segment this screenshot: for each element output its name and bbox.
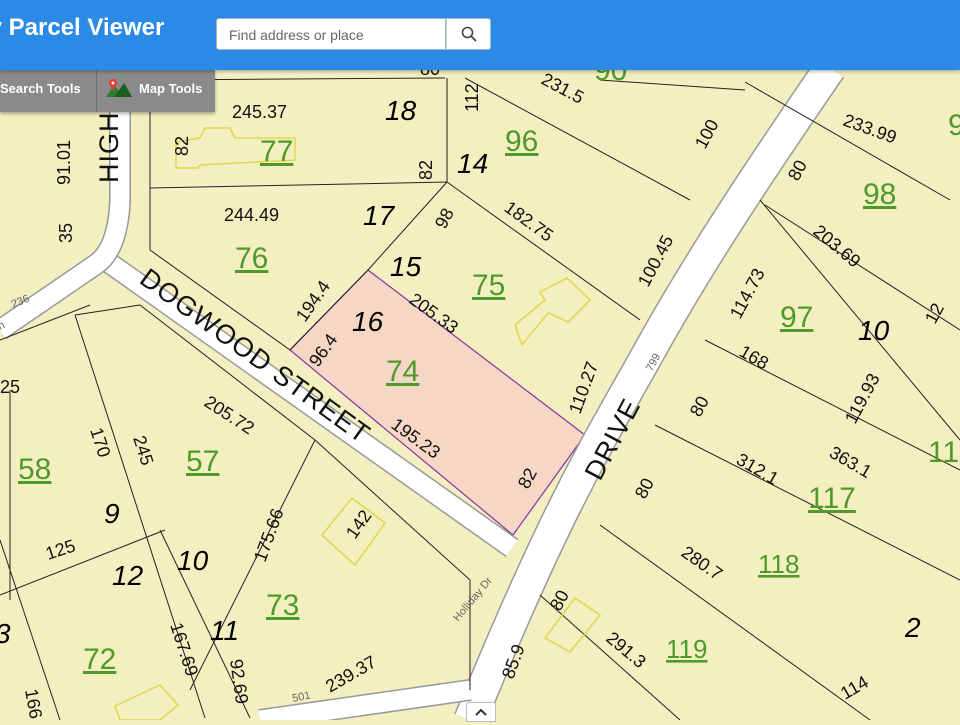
search-box[interactable] (216, 18, 446, 50)
parcel-id-57[interactable]: 57 (186, 445, 219, 478)
lot-number-2: 2 (904, 612, 921, 643)
map-tools-label: Map Tools (139, 80, 203, 96)
dimension-label: 82 (172, 136, 192, 156)
dimension-label: 35 (56, 223, 76, 243)
lot-number-10a: 10 (858, 315, 890, 346)
dimension-label: 82 (416, 160, 436, 180)
parcel-id-9x[interactable]: 9 (948, 109, 960, 142)
parcel-id-96[interactable]: 96 (505, 125, 538, 158)
lot-number-12: 12 (112, 560, 144, 591)
dimension-label: 245.37 (232, 102, 287, 122)
lot-number-11: 11 (210, 615, 239, 646)
street-label-high: HIGH (94, 112, 124, 184)
lot-number-10b: 10 (177, 545, 209, 576)
parcel-id-11x[interactable]: 11 (928, 436, 959, 469)
dimension-label: 112 (462, 83, 482, 112)
dimension-label: 244.49 (224, 205, 279, 225)
search-tools-button[interactable]: Search Tools (0, 64, 94, 112)
dimension-label: 25 (0, 377, 20, 397)
map-tools-button[interactable]: Map Tools (96, 64, 216, 112)
parcel-id-75[interactable]: 75 (472, 269, 505, 302)
lot-number-18: 18 (385, 95, 417, 126)
search-tools-label: Search Tools (0, 80, 81, 96)
parcel-id-58[interactable]: 58 (18, 453, 51, 486)
parcel-id-77[interactable]: 77 (260, 135, 293, 168)
parcel-id-117[interactable]: 117 (808, 482, 856, 515)
lot-number-14: 14 (457, 148, 488, 179)
lot-number-17: 17 (363, 200, 396, 231)
parcel-id-119[interactable]: 119 (666, 634, 707, 664)
parcel-id-73[interactable]: 73 (266, 589, 299, 622)
parcel-id-72[interactable]: 72 (83, 643, 116, 676)
search-icon (461, 26, 477, 42)
collapse-panel-button[interactable] (466, 702, 496, 722)
parcel-id-118[interactable]: 118 (758, 549, 799, 579)
parcel-id-97[interactable]: 97 (780, 301, 813, 334)
tool-bar: Search Tools Map Tools (0, 64, 215, 112)
lot-number-3: 3 (0, 618, 11, 649)
dimension-label: 91.01 (54, 140, 74, 185)
app-title: nty Parcel Viewer (0, 14, 165, 41)
app-header: nty Parcel Viewer (0, 0, 960, 70)
parcel-id-76[interactable]: 76 (235, 242, 268, 275)
lot-number-9: 9 (104, 498, 120, 529)
chevron-up-icon (475, 708, 487, 716)
search-input[interactable] (227, 20, 441, 50)
map-tools-icon (106, 79, 132, 97)
parcel-id-74[interactable]: 74 (386, 355, 419, 388)
parcel-id-98[interactable]: 98 (863, 178, 896, 211)
lot-number-15: 15 (390, 251, 422, 282)
lot-number-16: 16 (352, 306, 384, 337)
search-button[interactable] (446, 18, 491, 50)
